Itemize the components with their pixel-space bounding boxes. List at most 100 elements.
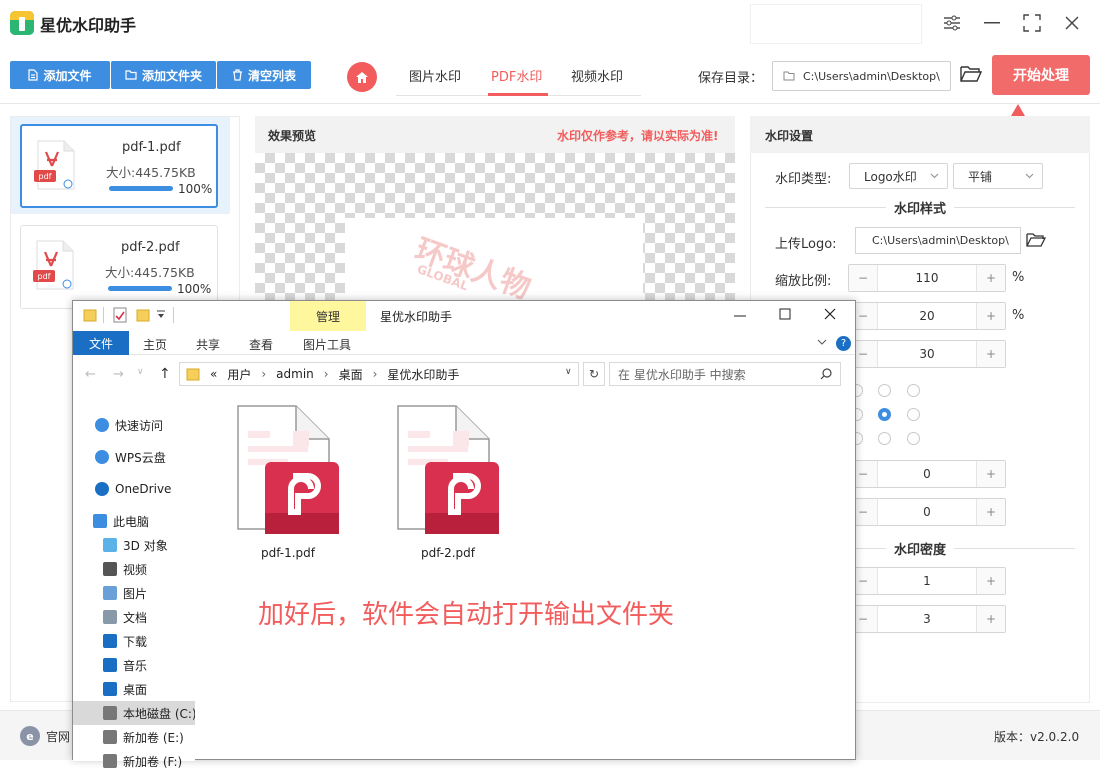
website-link[interactable]: 官网 bbox=[46, 728, 70, 745]
nav-item[interactable]: 快速访问 bbox=[73, 413, 195, 437]
position-radio[interactable] bbox=[907, 432, 920, 445]
close-icon[interactable] bbox=[1060, 12, 1084, 34]
tile-mode-select[interactable]: 平铺 bbox=[953, 163, 1043, 189]
minimize-icon[interactable] bbox=[980, 12, 1004, 34]
new-folder-icon[interactable] bbox=[136, 308, 150, 322]
position-radio[interactable] bbox=[907, 408, 920, 421]
ribbon-tab-view[interactable]: 查看 bbox=[249, 336, 273, 353]
website-icon[interactable]: e bbox=[20, 726, 40, 746]
density-col-stepper[interactable]: −3 + bbox=[848, 605, 1006, 633]
home-button[interactable] bbox=[347, 62, 377, 92]
settings-sliders-icon[interactable] bbox=[940, 12, 964, 34]
nav-item[interactable]: 图片 bbox=[73, 581, 195, 605]
breadcrumb-admin[interactable]: admin bbox=[276, 367, 314, 381]
close-icon[interactable] bbox=[823, 307, 837, 321]
ribbon-tab-file[interactable]: 文件 bbox=[73, 331, 129, 355]
increment-button[interactable]: + bbox=[977, 499, 1005, 525]
nav-item-label: 音乐 bbox=[123, 658, 148, 673]
chevron-down-icon bbox=[1025, 173, 1034, 179]
svg-text:pdf: pdf bbox=[39, 172, 52, 181]
scale-stepper[interactable]: −110 + bbox=[848, 264, 1006, 292]
position-radio[interactable] bbox=[878, 432, 891, 445]
nav-item[interactable]: 文档 bbox=[73, 605, 195, 629]
help-icon[interactable]: ? bbox=[836, 336, 851, 351]
rotate-stepper[interactable]: −30 + bbox=[848, 340, 1006, 368]
disk-icon bbox=[103, 754, 117, 768]
breadcrumb-current[interactable]: 星优水印助手 bbox=[387, 366, 459, 383]
nav-item[interactable]: 3D 对象 bbox=[73, 533, 195, 557]
increment-button[interactable]: + bbox=[977, 265, 1005, 291]
breadcrumb-desktop[interactable]: 桌面 bbox=[339, 366, 363, 383]
search-box[interactable]: 在 星优水印助手 中搜索 bbox=[609, 362, 841, 386]
add-folder-button[interactable]: 添加文件夹 bbox=[111, 61, 216, 89]
ribbon-tab-share[interactable]: 共享 bbox=[196, 336, 220, 353]
nav-item[interactable]: 下载 bbox=[73, 629, 195, 653]
nav-item-label: 文档 bbox=[123, 610, 148, 625]
nav-item[interactable]: 本地磁盘 (C:) bbox=[73, 701, 195, 725]
nav-item[interactable]: 新加卷 (E:) bbox=[73, 725, 195, 749]
increment-button[interactable]: + bbox=[977, 568, 1005, 594]
maximize-icon[interactable] bbox=[778, 307, 792, 321]
recent-dropdown-icon[interactable]: ∨ bbox=[137, 367, 144, 377]
offset-y-stepper[interactable]: −0 + bbox=[848, 498, 1006, 526]
add-file-button[interactable]: 添加文件 bbox=[10, 61, 110, 89]
start-processing-button[interactable]: 开始处理 bbox=[992, 55, 1090, 95]
properties-icon[interactable] bbox=[113, 307, 127, 323]
nav-item-label: 桌面 bbox=[123, 682, 148, 697]
decrement-button[interactable]: − bbox=[849, 265, 877, 291]
nav-item[interactable]: 视频 bbox=[73, 557, 195, 581]
up-arrow-icon[interactable]: ↑ bbox=[159, 366, 171, 382]
file-card[interactable]: pdf pdf-1.pdf 大小:445.75KB 100% bbox=[20, 124, 218, 208]
breadcrumb-users[interactable]: 用户 bbox=[227, 366, 251, 383]
tab-pdf-watermark[interactable]: PDF水印 bbox=[491, 66, 542, 85]
nav-item[interactable]: 此电脑 bbox=[73, 509, 195, 533]
logo-path-input[interactable]: C:\Users\admin\Desktop\ bbox=[855, 227, 1021, 254]
expand-ribbon-icon[interactable] bbox=[817, 338, 827, 346]
increment-button[interactable]: + bbox=[977, 606, 1005, 632]
explorer-file-item[interactable]: pdf-2.pdf bbox=[373, 401, 499, 571]
add-folder-label: 添加文件夹 bbox=[141, 68, 202, 83]
nav-item[interactable]: OneDrive bbox=[73, 477, 195, 501]
progress-percent: 100% bbox=[177, 282, 212, 296]
opacity-stepper[interactable]: −20 + bbox=[848, 302, 1006, 330]
increment-button[interactable]: + bbox=[977, 341, 1005, 367]
browse-logo-icon[interactable] bbox=[1026, 232, 1046, 248]
nav-item[interactable]: WPS云盘 bbox=[73, 445, 195, 469]
ribbon-tab-picture-tools[interactable]: 图片工具 bbox=[303, 336, 351, 353]
watermark-type-select[interactable]: Logo水印 bbox=[849, 163, 948, 189]
nav-item[interactable]: 音乐 bbox=[73, 653, 195, 677]
offset-x-stepper[interactable]: −0 + bbox=[848, 460, 1006, 488]
refresh-icon[interactable]: ↻ bbox=[583, 362, 605, 386]
manage-tab[interactable]: 管理 bbox=[290, 301, 366, 331]
clear-list-button[interactable]: 清空列表 bbox=[217, 61, 311, 89]
nav-item[interactable]: 桌面 bbox=[73, 677, 195, 701]
increment-button[interactable]: + bbox=[977, 461, 1005, 487]
density-row-stepper[interactable]: −1 + bbox=[848, 567, 1006, 595]
tab-image-watermark[interactable]: 图片水印 bbox=[409, 66, 461, 85]
tab-video-watermark[interactable]: 视频水印 bbox=[571, 66, 623, 85]
document-icon bbox=[103, 610, 117, 624]
position-radio[interactable] bbox=[878, 384, 891, 397]
clear-list-label: 清空列表 bbox=[247, 68, 296, 83]
back-arrow-icon[interactable]: ← bbox=[85, 367, 96, 382]
folder-outline-icon bbox=[783, 71, 795, 81]
address-dropdown-icon[interactable]: ∨ bbox=[565, 367, 572, 377]
save-dir-input[interactable]: C:\Users\admin\Desktop\ bbox=[772, 61, 951, 91]
quick-access-folder-icon[interactable] bbox=[83, 308, 97, 322]
cloud-icon bbox=[95, 450, 109, 464]
position-radio[interactable] bbox=[907, 384, 920, 397]
maximize-icon[interactable] bbox=[1020, 12, 1044, 34]
customize-dropdown-icon[interactable] bbox=[156, 309, 166, 319]
address-bar[interactable]: « 用户 › admin › 桌面 › 星优水印助手 bbox=[179, 362, 579, 386]
opacity-value: 20 bbox=[877, 303, 977, 329]
explorer-file-item[interactable]: pdf-1.pdf bbox=[213, 401, 339, 571]
nav-item[interactable]: 新加卷 (F:) bbox=[73, 749, 195, 773]
minimize-icon[interactable] bbox=[733, 307, 747, 321]
position-radio-selected[interactable] bbox=[878, 408, 891, 421]
browse-folder-icon[interactable] bbox=[960, 65, 982, 83]
increment-button[interactable]: + bbox=[977, 303, 1005, 329]
file-card[interactable]: pdf pdf-2.pdf 大小:445.75KB 100% bbox=[20, 225, 218, 309]
ribbon-tab-home[interactable]: 主页 bbox=[143, 336, 167, 353]
upload-logo-label: 上传Logo: bbox=[775, 237, 837, 252]
forward-arrow-icon[interactable]: → bbox=[113, 367, 124, 382]
